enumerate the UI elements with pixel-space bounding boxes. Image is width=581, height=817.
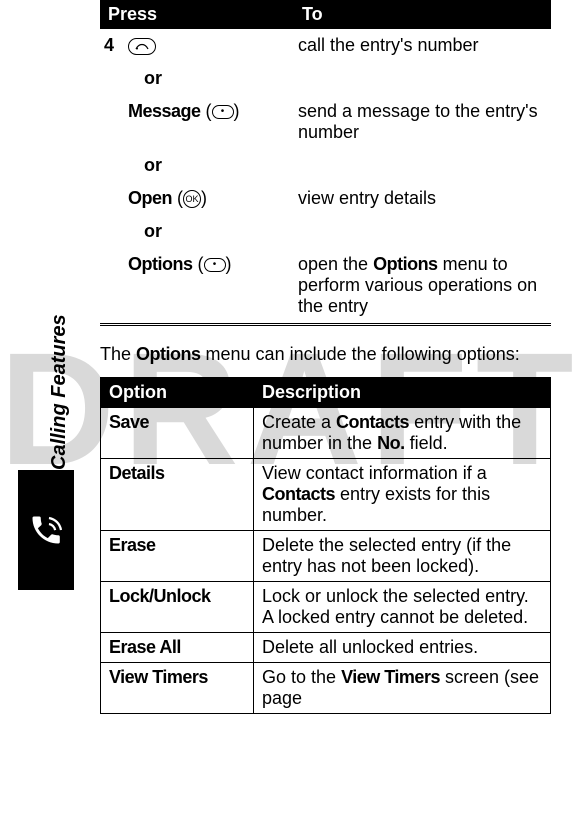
to-cell-open: view entry details (294, 182, 551, 215)
press-cell-message: Message (•) (124, 95, 294, 149)
desc-erase: Delete the selected entry (if the entry … (254, 531, 551, 582)
open-label: Open (128, 188, 172, 208)
table-row: Erase All Delete all unlocked entries. (101, 633, 551, 663)
message-label: Message (128, 101, 201, 121)
table-row: View Timers Go to the View Timers screen… (101, 663, 551, 714)
press-cell-call (124, 29, 294, 62)
table-row: Erase Delete the selected entry (if the … (101, 531, 551, 582)
left-soft-key-icon: • (212, 105, 234, 119)
intro-paragraph: The Options menu can include the followi… (100, 344, 551, 365)
table-row: Details View contact information if a Co… (101, 459, 551, 531)
option-save: Save (101, 408, 254, 459)
desc-save: Create a Contacts entry with the number … (254, 408, 551, 459)
option-details: Details (101, 459, 254, 531)
description-header: Description (254, 378, 551, 408)
to-cell-options: open the Options menu to perform various… (294, 248, 551, 323)
option-erase: Erase (101, 531, 254, 582)
table-row: Save Create a Contacts entry with the nu… (101, 408, 551, 459)
to-cell-call: call the entry's number (294, 29, 551, 62)
press-to-table: Press To 4 call the entry's number or (100, 0, 551, 326)
option-erase-all: Erase All (101, 633, 254, 663)
to-cell-message: send a message to the entry's number (294, 95, 551, 149)
or-2: or (124, 149, 551, 182)
desc-lock-unlock: Lock or unlock the selected entry. A loc… (254, 582, 551, 633)
ok-key-icon: OK (183, 190, 201, 208)
side-section-label: Calling Features (48, 314, 71, 470)
option-view-timers: View Timers (101, 663, 254, 714)
right-soft-key-icon: • (204, 258, 226, 272)
or-1: or (124, 62, 551, 95)
press-header: Press (100, 0, 294, 29)
desc-details: View contact information if a Contacts e… (254, 459, 551, 531)
option-header: Option (101, 378, 254, 408)
press-cell-options: Options (•) (124, 248, 294, 323)
phone-icon (28, 512, 64, 548)
option-lock-unlock: Lock/Unlock (101, 582, 254, 633)
desc-view-timers: Go to the View Timers screen (see page (254, 663, 551, 714)
send-key-icon (128, 38, 156, 55)
press-cell-open: Open (OK) (124, 182, 294, 215)
options-table: Option Description Save Create a Contact… (100, 377, 551, 714)
desc-erase-all: Delete all unlocked entries. (254, 633, 551, 663)
options-key-label: Options (128, 254, 193, 274)
table-row: Lock/Unlock Lock or unlock the selected … (101, 582, 551, 633)
to-header: To (294, 0, 551, 29)
side-icon-panel (18, 470, 74, 590)
step-number: 4 (100, 29, 124, 323)
or-3: or (124, 215, 551, 248)
